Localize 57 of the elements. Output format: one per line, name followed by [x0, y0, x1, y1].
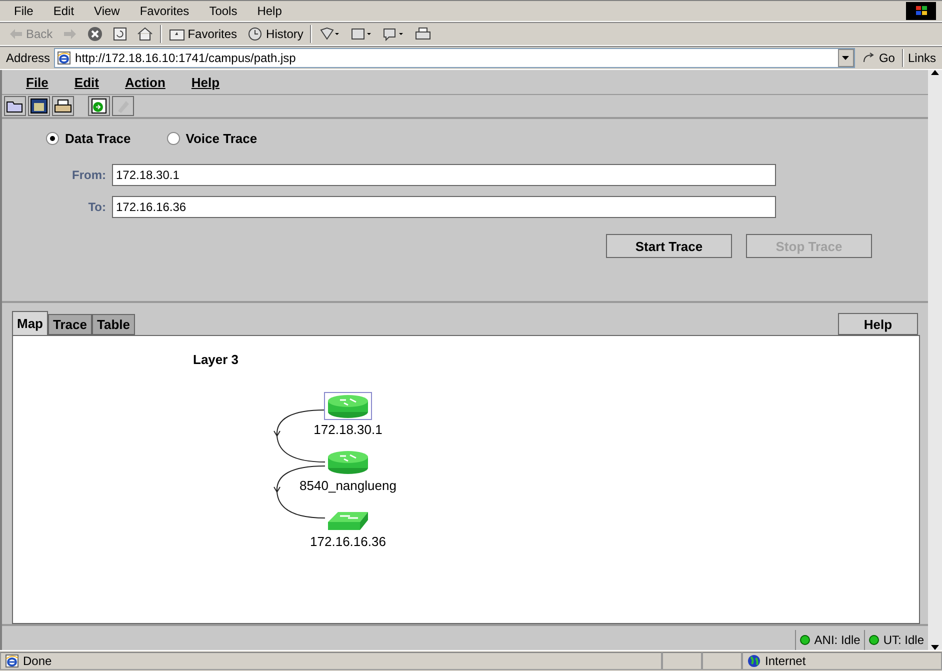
- tab[interactable]: Table: [92, 314, 135, 335]
- menu-item[interactable]: File: [6, 4, 42, 18]
- back-arrow-icon: [9, 28, 23, 40]
- node-label: 172.16.16.36: [310, 534, 386, 549]
- open-button[interactable]: [4, 96, 26, 116]
- dropdown-button[interactable]: [838, 49, 854, 67]
- menu-item[interactable]: Action: [124, 74, 166, 90]
- status-pane: [702, 652, 742, 670]
- menu-item[interactable]: Help: [249, 4, 290, 18]
- trace-button[interactable]: Start Trace: [606, 234, 732, 258]
- links-label[interactable]: Links: [908, 51, 936, 65]
- address-label: Address: [6, 51, 50, 65]
- scroll-down-icon: [931, 645, 939, 650]
- menu-item[interactable]: Favorites: [132, 4, 198, 18]
- address-input[interactable]: 172.18.30.1: [112, 164, 776, 186]
- stop-icon: [86, 26, 103, 42]
- radio-option[interactable]: Voice Trace: [166, 131, 258, 146]
- caret-icon: [842, 56, 850, 60]
- map-title: Layer 3: [193, 352, 239, 367]
- menu-item[interactable]: File: [26, 74, 48, 90]
- refresh-icon: [112, 27, 127, 41]
- field-label: From:: [71, 168, 107, 182]
- address-input[interactable]: 172.16.16.36: [112, 196, 776, 218]
- node-label: 172.18.30.1: [314, 422, 382, 437]
- node-label: 8540_nanglueng: [300, 478, 396, 493]
- run-button[interactable]: [88, 96, 110, 116]
- save-button[interactable]: [28, 96, 50, 116]
- history-icon: [247, 26, 264, 42]
- print-button[interactable]: [52, 96, 74, 116]
- go-button[interactable]: Go: [858, 48, 898, 68]
- printer-icon: [54, 98, 72, 114]
- router-icon[interactable]: [324, 392, 372, 420]
- tab[interactable]: Map: [12, 311, 48, 335]
- zone-indicator: Internet: [742, 652, 942, 670]
- field-label: To:: [87, 200, 107, 214]
- windows-logo-icon: [906, 2, 936, 20]
- radio-option[interactable]: Data Trace: [46, 131, 131, 146]
- help-button[interactable]: Help: [838, 313, 918, 335]
- favorites-button[interactable]: Favorites: [166, 24, 240, 44]
- status-pane: [662, 652, 702, 670]
- menu-item[interactable]: Tools: [201, 4, 246, 18]
- menu-item[interactable]: Edit: [74, 74, 99, 90]
- menu-item[interactable]: Edit: [45, 4, 82, 18]
- scroll-up-icon: [931, 70, 939, 75]
- address-field[interactable]: http://172.18.16.10:1741/campus/path.jsp: [54, 48, 855, 68]
- arrow-icon: [862, 52, 876, 64]
- discuss-icon: [383, 27, 406, 41]
- status-indicator: ANI: Idle: [795, 630, 864, 650]
- status-text: Done: [0, 652, 662, 670]
- tab[interactable]: Trace: [48, 314, 92, 335]
- history-button[interactable]: History: [244, 24, 306, 44]
- printer-icon: [415, 27, 432, 41]
- home-icon: [136, 27, 153, 41]
- menu-item[interactable]: Help: [191, 74, 220, 90]
- forward-arrow-icon: [62, 28, 77, 40]
- globe-icon: [747, 654, 761, 668]
- menu-item[interactable]: View: [86, 4, 128, 18]
